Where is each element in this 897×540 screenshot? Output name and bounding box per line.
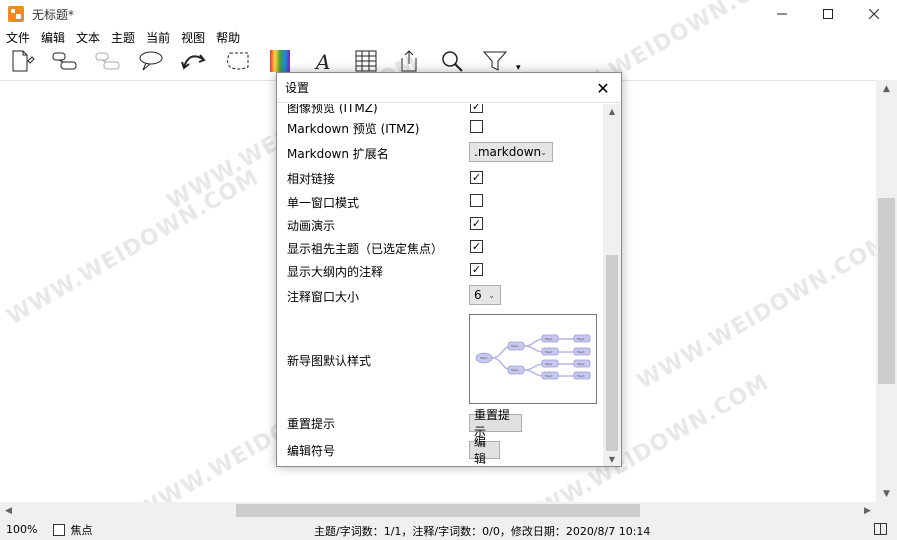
vertical-scrollbar[interactable]: ▲ ▼: [876, 80, 897, 502]
scroll-left-icon[interactable]: ◀: [0, 502, 17, 519]
preview-leaf-label: Topic: [576, 362, 585, 366]
settings-dialog: 设置 ✕ 图像预览 (ITMZ) ✓ Markdown 预览 (ITMZ) Ma…: [276, 72, 622, 467]
note-window-size-value: 6: [474, 288, 482, 302]
scroll-corner: [876, 502, 897, 519]
scroll-up-icon[interactable]: ▲: [876, 80, 897, 97]
status-bar: 100% 焦点 主题/字词数：1/1，注释/字词数：0/0，修改日期：2020/…: [0, 519, 897, 540]
setting-markdown-ext-label: Markdown 扩展名: [287, 147, 389, 161]
setting-animation-label: 动画演示: [287, 219, 336, 233]
setting-image-preview-label: 图像预览 (ITMZ): [287, 104, 378, 115]
markdown-ext-select[interactable]: .markdown ⌄: [469, 142, 553, 162]
relative-links-checkbox[interactable]: ✓: [470, 171, 483, 184]
maximize-icon: [823, 9, 833, 19]
status-info: 主题/字词数：1/1，注释/字词数：0/0，修改日期：2020/8/7 10:1…: [314, 525, 651, 538]
minimize-button[interactable]: [759, 0, 805, 28]
callout-icon[interactable]: [137, 48, 165, 74]
reset-hints-button[interactable]: 重置提示: [469, 408, 522, 439]
dialog-title: 设置: [285, 81, 310, 95]
dialog-scroll-thumb[interactable]: [606, 255, 618, 451]
markdown-preview-checkbox[interactable]: [470, 120, 483, 133]
dialog-title-bar: 设置 ✕: [277, 73, 621, 103]
title-bar: 无标题*: [0, 0, 897, 28]
zoom-level[interactable]: 100%: [6, 523, 37, 536]
markdown-ext-value: .markdown: [474, 145, 542, 159]
close-icon: [869, 9, 879, 19]
panel-toggle-icon[interactable]: [874, 523, 887, 535]
menu-help[interactable]: 帮助: [216, 29, 240, 46]
preview-leaf-label: Topic: [544, 350, 553, 354]
dialog-scrollbar[interactable]: ▲ ▼: [603, 104, 621, 466]
preview-leaf-label: Topic: [544, 362, 553, 366]
relationship-icon[interactable]: [180, 48, 208, 74]
window-controls: [759, 0, 897, 28]
setting-relative-links-label: 相对链接: [287, 172, 336, 186]
app-icon: [8, 6, 24, 22]
export-icon[interactable]: [395, 48, 423, 74]
dialog-close-icon[interactable]: ✕: [593, 78, 613, 98]
menu-topic[interactable]: 主题: [111, 29, 135, 46]
chevron-down-icon: ⌄: [488, 290, 495, 300]
preview-leaf-label: Topic: [576, 337, 585, 341]
show-ancestors-checkbox[interactable]: ✓: [470, 240, 483, 253]
setting-edit-symbols-label: 编辑符号: [287, 444, 336, 458]
close-button[interactable]: [851, 0, 897, 28]
menu-edit[interactable]: 编辑: [41, 29, 65, 46]
vertical-scroll-thumb[interactable]: [878, 198, 895, 384]
setting-note-window-size-label: 注释窗口大小: [287, 290, 360, 304]
image-preview-checkbox[interactable]: ✓: [470, 104, 483, 113]
mindmap-preview-image: Topic Topic Topic Topic Topic Topic Topi…: [475, 334, 591, 380]
focus-checkbox[interactable]: [53, 523, 66, 536]
maximize-button[interactable]: [805, 0, 851, 28]
scroll-right-icon[interactable]: ▶: [859, 502, 876, 519]
edit-symbols-button[interactable]: 编辑: [469, 435, 500, 466]
window-title: 无标题*: [32, 7, 75, 22]
horizontal-scroll-thumb[interactable]: [236, 504, 640, 517]
setting-reset-hints-label: 重置提示: [287, 417, 336, 431]
single-window-checkbox[interactable]: [470, 194, 483, 207]
svg-text:A: A: [314, 50, 330, 73]
setting-single-window-label: 单一窗口模式: [287, 196, 360, 210]
menu-file[interactable]: 文件: [6, 29, 30, 46]
preview-branch-label: Topic: [510, 344, 519, 348]
add-topic-icon[interactable]: [51, 48, 79, 74]
minimize-icon: [777, 13, 787, 15]
show-notes-outline-checkbox[interactable]: ✓: [470, 263, 483, 276]
new-document-icon[interactable]: [8, 48, 36, 74]
table-icon[interactable]: [352, 48, 380, 74]
animation-checkbox[interactable]: ✓: [470, 217, 483, 230]
settings-list: 图像预览 (ITMZ) ✓ Markdown 预览 (ITMZ) Markdow…: [277, 104, 603, 466]
boundary-icon[interactable]: [223, 48, 251, 74]
preview-leaf-label: Topic: [544, 337, 553, 341]
note-window-size-select[interactable]: 6 ⌄: [469, 285, 501, 305]
setting-markdown-preview-label: Markdown 预览 (ITMZ): [287, 122, 420, 136]
scroll-down-icon[interactable]: ▼: [603, 452, 621, 466]
preview-leaf-label: Topic: [576, 350, 585, 354]
scroll-up-icon[interactable]: ▲: [603, 104, 621, 118]
menu-current[interactable]: 当前: [146, 29, 170, 46]
menu-bar: 文件 编辑 文本 主题 当前 视图 帮助: [0, 28, 251, 46]
menu-text[interactable]: 文本: [76, 29, 100, 46]
menu-view[interactable]: 视图: [181, 29, 205, 46]
setting-show-notes-outline-label: 显示大纲内的注释: [287, 265, 384, 279]
search-icon[interactable]: [438, 48, 466, 74]
focus-label: 焦点: [70, 523, 93, 537]
setting-show-ancestors-label: 显示祖先主题（已选定焦点）: [287, 242, 444, 256]
setting-default-style-label: 新导图默认样式: [287, 354, 372, 368]
scroll-down-icon[interactable]: ▼: [876, 485, 897, 502]
chevron-down-icon: ⌄: [540, 147, 547, 157]
filter-icon[interactable]: [481, 48, 509, 74]
add-subtopic-icon[interactable]: [94, 48, 122, 74]
color-icon[interactable]: [266, 48, 294, 74]
preview-leaf-label: Topic: [576, 374, 585, 378]
preview-root-label: Topic: [479, 356, 488, 360]
font-icon[interactable]: A: [309, 48, 337, 74]
preview-branch-label: Topic: [510, 368, 519, 372]
preview-leaf-label: Topic: [544, 374, 553, 378]
default-style-preview[interactable]: Topic Topic Topic Topic Topic Topic Topi…: [469, 314, 597, 404]
horizontal-scrollbar[interactable]: ◀ ▶: [0, 502, 876, 519]
